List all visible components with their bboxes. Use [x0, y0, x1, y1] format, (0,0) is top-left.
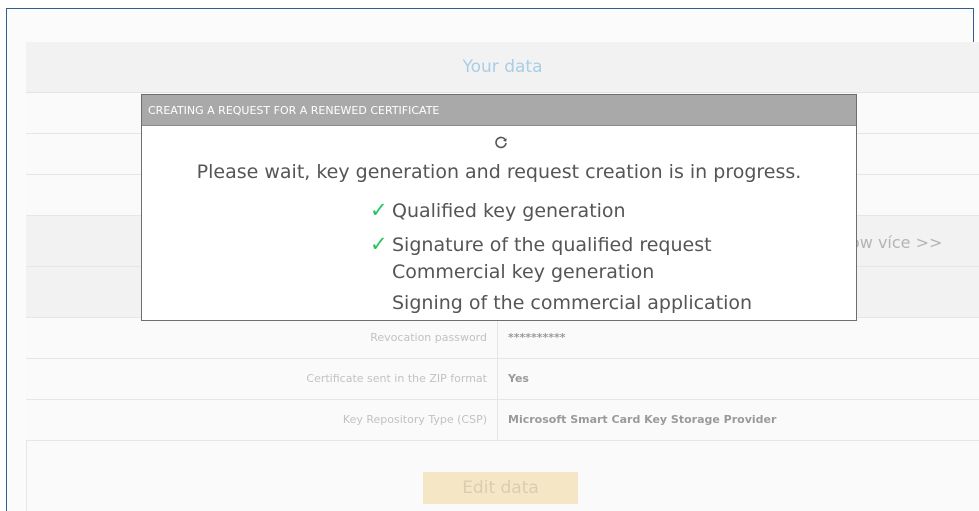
checkmark-icon: ✓ [370, 232, 388, 256]
step-label: Commercial key generation [392, 261, 655, 283]
step-label: Signing of the commercial application [392, 292, 753, 314]
step-label: Signature of the qualified request [392, 234, 712, 256]
show-more-link[interactable]: ow více >> [850, 233, 942, 252]
progress-message: Please wait, key generation and request … [196, 161, 802, 183]
row-value: ********** [508, 331, 566, 344]
step-label: Qualified key generation [392, 200, 626, 222]
table-row: Key Repository Type (CSP) Microsoft Smar… [26, 400, 979, 441]
panel-title: Your data [26, 42, 979, 93]
progress-dialog: CREATING A REQUEST FOR A RENEWED CERTIFI… [141, 94, 857, 321]
spinner-icon [494, 136, 508, 150]
dialog-title: CREATING A REQUEST FOR A RENEWED CERTIFI… [142, 95, 856, 126]
step-item: Signing of the commercial application [370, 292, 752, 314]
step-item: ✓ Qualified key generation [370, 198, 626, 222]
edit-data-button[interactable]: Edit data [423, 472, 578, 504]
row-label: Key Repository Type (CSP) [26, 400, 498, 440]
table-row: Certificate sent in the ZIP format Yes [26, 359, 979, 400]
row-label: Certificate sent in the ZIP format [26, 359, 498, 399]
checkmark-icon: ✓ [370, 198, 388, 222]
table-row: Revocation password ********** [26, 318, 979, 359]
step-item: Commercial key generation [370, 261, 654, 283]
step-item: ✓ Signature of the qualified request [370, 232, 712, 256]
row-value: Yes [508, 372, 529, 385]
row-label: Revocation password [26, 318, 498, 358]
row-value: Microsoft Smart Card Key Storage Provide… [508, 413, 777, 426]
